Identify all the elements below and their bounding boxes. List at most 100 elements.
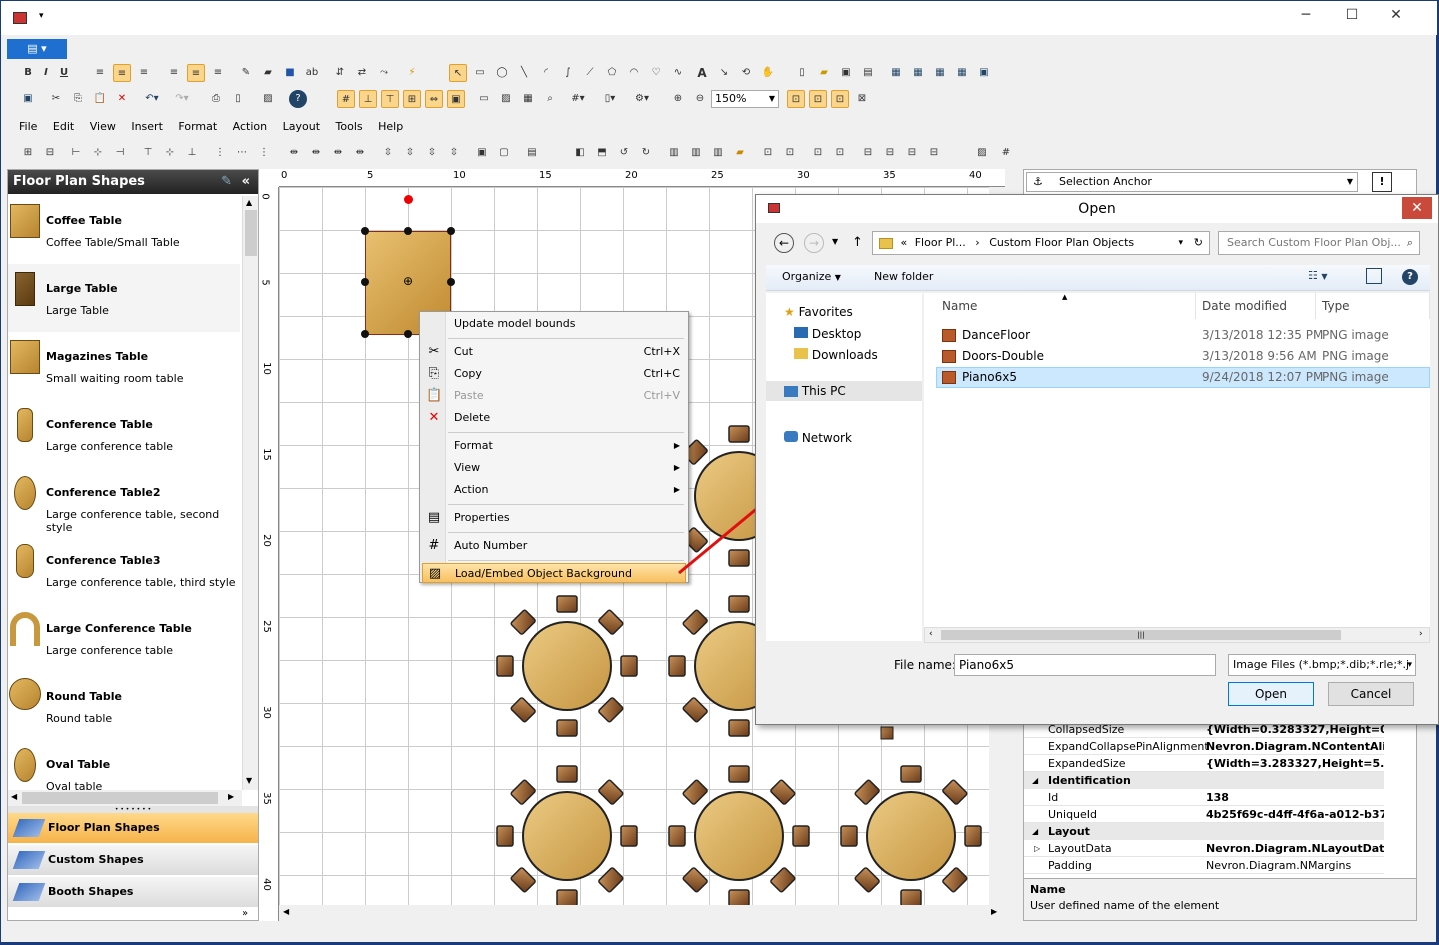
view-options-icon[interactable]: ☷ ▼ — [1308, 269, 1328, 282]
breadcrumb-overflow[interactable]: « — [901, 236, 908, 249]
menu-item-load-background[interactable]: ▨ Load/Embed Object Background — [422, 563, 686, 583]
align-tool-14-icon[interactable]: ⇹ — [329, 144, 347, 162]
expand-icon[interactable]: ▷ — [1034, 840, 1040, 857]
text-box-icon[interactable]: ab — [303, 64, 321, 82]
align-bottom-icon[interactable]: ≡ — [209, 64, 227, 82]
menu-item-copy[interactable]: ⎘ Copy Ctrl+C — [422, 364, 686, 384]
breadcrumb-item[interactable]: Custom Floor Plan Objects — [989, 236, 1134, 249]
order-1-icon[interactable]: ▥ — [665, 144, 683, 162]
menu-item-cut[interactable]: ✂ Cut Ctrl+X — [422, 342, 686, 362]
align-tool-2-icon[interactable]: ⊟ — [41, 144, 59, 162]
lasso-icon[interactable]: ⟲ — [737, 64, 755, 82]
property-category[interactable]: ◢ Identification — [1024, 772, 1384, 789]
snap-icon[interactable]: ⊞ — [403, 90, 421, 108]
file-name-input[interactable]: Piano6x5 — [954, 654, 1216, 676]
layout-4-icon[interactable]: ▦ — [953, 64, 971, 82]
size-6-icon[interactable]: ⊟ — [881, 144, 899, 162]
shapes-hscrollbar[interactable]: ◀ ▶ — [8, 790, 242, 806]
rotate-right-icon[interactable]: ↻ — [637, 144, 655, 162]
property-row[interactable]: Id 138 — [1024, 789, 1384, 806]
align-tool-17-icon[interactable]: ⇳ — [401, 144, 419, 162]
rulers-icon[interactable]: ⊥ — [359, 90, 377, 108]
line-tool-icon[interactable]: ╲ — [515, 64, 533, 82]
property-row[interactable]: UniqueId 4b25f69c-d4ff-4f6a-a012-b378 — [1024, 806, 1384, 823]
scroll-right-icon[interactable]: ▶ — [991, 907, 997, 916]
size-5-icon[interactable]: ⊟ — [859, 144, 877, 162]
align-tool-9-icon[interactable]: ⋮ — [211, 144, 229, 162]
size-2-icon[interactable]: ⊡ — [781, 144, 799, 162]
scroll-down-icon[interactable]: ▼ — [246, 776, 252, 785]
align-tool-16-icon[interactable]: ⇳ — [379, 144, 397, 162]
bold-icon[interactable]: B — [19, 64, 37, 82]
magnifier-icon[interactable]: ⌕ — [541, 90, 559, 108]
menu-item-view[interactable]: View ▶ — [422, 458, 686, 478]
view-1-icon[interactable]: ▭ — [475, 90, 493, 108]
menu-item-properties[interactable]: ▤ Properties — [422, 508, 686, 528]
grid-settings-icon[interactable]: #▾ — [569, 90, 587, 108]
save-icon[interactable]: ▣ — [19, 90, 37, 108]
italic-icon[interactable]: I — [37, 64, 55, 82]
align-tool-7-icon[interactable]: ⊹ — [161, 144, 179, 162]
column-header-name[interactable]: Name — [924, 293, 1196, 319]
rotate-left-icon[interactable]: ↺ — [615, 144, 633, 162]
collapse-icon[interactable]: « — [242, 170, 250, 194]
preview-pane-icon[interactable] — [1366, 268, 1382, 284]
cut-toolbar-icon[interactable]: ✂ — [47, 90, 65, 108]
shadow-icon[interactable]: ■ — [281, 64, 299, 82]
fit-icon[interactable]: ⇔ — [425, 90, 443, 108]
save-toolbar-icon[interactable]: ▣ — [837, 64, 855, 82]
align-tool-4-icon[interactable]: ⊹ — [89, 144, 107, 162]
grid-icon[interactable]: # — [337, 90, 355, 108]
menu-item-paste[interactable]: 📋 Paste Ctrl+V — [422, 386, 686, 406]
file-row-selected[interactable]: Piano6x5 9/24/2018 12:07 PM PNG image — [936, 367, 1430, 388]
rectangle-tool-icon[interactable]: ▭ — [471, 64, 489, 82]
list-item[interactable]: Round Table Round table — [8, 672, 240, 740]
menu-item-update-bounds[interactable]: Update model bounds — [422, 314, 686, 334]
menu-insert[interactable]: Insert — [131, 117, 163, 137]
ungroup-icon[interactable]: ▢ — [495, 144, 513, 162]
page-setup-icon[interactable]: ▯ — [229, 90, 247, 108]
scroll-right-icon[interactable]: › — [1419, 629, 1423, 639]
align-tool-3-icon[interactable]: ⊢ — [67, 144, 85, 162]
order-4-icon[interactable]: ▰ — [731, 144, 749, 162]
align-top-icon[interactable]: ≡ — [165, 64, 183, 82]
scroll-right-icon[interactable]: ▶ — [228, 792, 234, 801]
redo-icon[interactable]: ↷▾ — [173, 90, 191, 108]
dialog-close-button[interactable]: ✕ — [1402, 197, 1432, 219]
align-tool-5-icon[interactable]: ⊣ — [111, 144, 129, 162]
breadcrumb-item[interactable]: Floor Pl... — [915, 236, 966, 249]
property-row[interactable]: Padding Nevron.Diagram.NMargins — [1024, 857, 1384, 874]
connector-icon[interactable]: ⇵ — [331, 64, 349, 82]
file-row[interactable]: DanceFloor 3/13/2018 12:35 PM PNG image — [936, 325, 1430, 346]
scroll-up-icon[interactable]: ▲ — [246, 198, 252, 207]
page-settings-icon[interactable]: ▯▾ — [601, 90, 619, 108]
size-3-icon[interactable]: ⊡ — [809, 144, 827, 162]
category-floor-plan-shapes[interactable]: Floor Plan Shapes — [8, 813, 258, 843]
lightning-icon[interactable]: ⚡ — [403, 64, 421, 82]
list-item[interactable]: Magazines Table Small waiting room table — [8, 332, 240, 400]
back-icon[interactable]: ← — [774, 233, 794, 253]
print-icon[interactable]: ▤ — [859, 64, 877, 82]
close-button[interactable]: ✕ — [1381, 7, 1411, 27]
column-header-type[interactable]: Type — [1316, 293, 1430, 319]
recent-chevron-icon[interactable]: ▼ — [832, 237, 838, 246]
hscroll-thumb[interactable]: ||| — [941, 630, 1341, 640]
list-item[interactable]: Conference Table3 Large conference table… — [8, 536, 240, 604]
menu-file[interactable]: File — [19, 117, 37, 137]
expand-more-icon[interactable]: » — [242, 908, 248, 919]
property-pages-button[interactable]: ! — [1372, 172, 1392, 192]
menu-format[interactable]: Format — [178, 117, 217, 137]
align-tool-8-icon[interactable]: ⊥ — [183, 144, 201, 162]
menu-edit[interactable]: Edit — [53, 117, 74, 137]
order-3-icon[interactable]: ▥ — [709, 144, 727, 162]
address-bar[interactable]: « Floor Pl... › Custom Floor Plan Object… — [872, 231, 1210, 255]
list-item[interactable]: Large Table Large Table — [8, 264, 240, 332]
layout-5-icon[interactable]: ▣ — [975, 64, 993, 82]
refresh-icon[interactable]: ↻ — [1194, 232, 1203, 254]
polyline-tool-icon[interactable]: ⟋ — [581, 64, 599, 82]
menu-help[interactable]: Help — [378, 117, 403, 137]
align-tool-10-icon[interactable]: ⋯ — [233, 144, 251, 162]
zoom-out-icon[interactable]: ⊖ — [691, 90, 709, 108]
menu-item-delete[interactable]: ✕ Delete — [422, 408, 686, 428]
align-middle-icon[interactable]: ≡ — [187, 64, 205, 82]
